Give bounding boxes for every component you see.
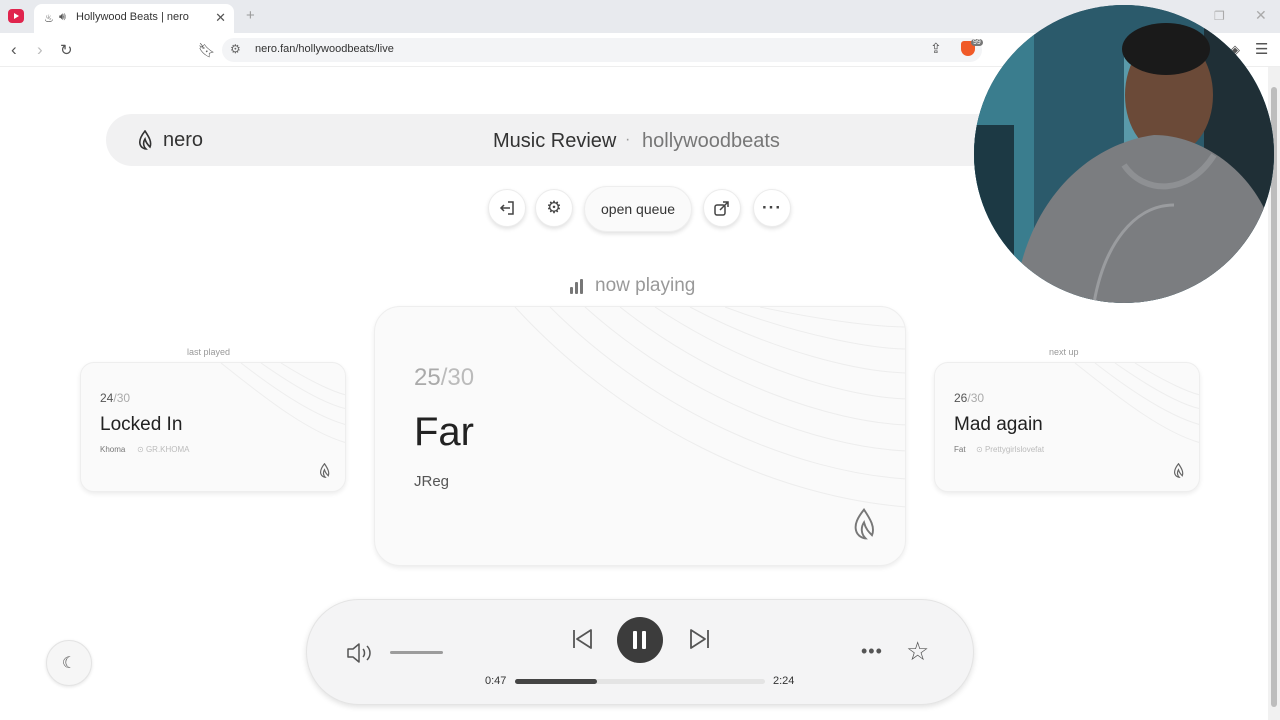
scroll-thumb[interactable] [1271, 87, 1277, 707]
next-up-number: 26/30 [954, 391, 985, 405]
previous-track-button[interactable] [570, 626, 594, 652]
nero-flame-icon [319, 463, 330, 478]
forward-icon[interactable]: › [37, 40, 43, 60]
next-up-artist: Fat [954, 445, 966, 454]
last-played-handle[interactable]: ⊙ GR.KHOMA [137, 445, 190, 454]
now-playing-artist: JReg [414, 473, 450, 490]
next-up-title: Mad again [954, 414, 1043, 435]
share-icon[interactable]: ⇪ [930, 40, 942, 57]
youtube-icon[interactable] [8, 9, 24, 23]
moon-icon: ☾ [61, 655, 77, 672]
page-title: Music Review [493, 130, 617, 152]
browser-menu-icon[interactable]: ☰ [1255, 40, 1268, 58]
site-settings-icon[interactable]: ⚙ [230, 42, 241, 56]
url-text: nero.fan/hollywoodbeats/live [255, 43, 394, 55]
player-more-button[interactable]: ••• [861, 641, 883, 662]
now-playing-title: Far [414, 410, 474, 454]
nero-flame-icon [854, 508, 874, 540]
new-tab-button[interactable]: + [246, 7, 255, 24]
ellipsis-icon: ··· [762, 198, 782, 217]
nero-flame-icon [138, 130, 152, 150]
nero-flame-icon [1173, 463, 1184, 478]
webcam-overlay [974, 5, 1274, 303]
reload-icon[interactable]: ↻ [60, 41, 73, 59]
window-close-icon[interactable]: ✕ [1255, 7, 1267, 24]
last-played-artist: Khoma [100, 445, 126, 454]
share-button[interactable] [703, 189, 741, 227]
last-played-number: 24/30 [100, 391, 131, 405]
volume-slider[interactable] [390, 651, 443, 654]
bookmark-icon[interactable]: 🔖︎ [198, 42, 216, 59]
share-box-icon [714, 201, 729, 216]
brave-badge: 99 [971, 39, 983, 46]
url-field[interactable]: ⚙ nero.fan/hollywoodbeats/live [222, 38, 982, 62]
title-separator: · [625, 131, 631, 148]
equalizer-icon [570, 278, 588, 294]
back-icon[interactable]: ‹ [11, 40, 17, 60]
exit-icon [499, 201, 514, 215]
theme-toggle-button[interactable]: ☾ [46, 640, 92, 686]
last-played-label: last played [187, 347, 231, 357]
next-track-button[interactable] [688, 626, 712, 652]
next-up-handle[interactable]: ⊙ Prettygirlslovefat [976, 445, 1044, 454]
open-queue-button[interactable]: open queue [584, 186, 692, 232]
progress-fill [515, 679, 597, 684]
favorite-star-button[interactable]: ☆ [906, 636, 929, 667]
tab-title: Hollywood Beats | nero [76, 11, 189, 23]
now-playing-number: 25/30 [414, 364, 475, 391]
last-played-title: Locked In [100, 414, 183, 435]
settings-button[interactable]: ⚙ [535, 189, 573, 227]
progress-bar[interactable] [515, 679, 765, 684]
nero-favicon-icon: ♨ [44, 13, 54, 25]
logo-text[interactable]: nero [163, 129, 203, 152]
window-maximize-icon[interactable]: ❐ [1214, 9, 1225, 23]
channel-name: hollywoodbeats [642, 130, 780, 152]
volume-icon[interactable] [346, 641, 374, 665]
total-time: 2:24 [773, 675, 795, 687]
now-playing-label: now playing [595, 275, 696, 296]
gear-icon: ⚙ [546, 198, 562, 217]
browser-tab[interactable]: ♨ 🔊︎ Hollywood Beats | nero ✕ [34, 4, 234, 33]
leave-button[interactable] [488, 189, 526, 227]
speaker-icon[interactable]: 🔊︎ [59, 11, 66, 24]
current-time: 0:47 [485, 675, 507, 687]
pause-button[interactable] [617, 617, 663, 663]
next-up-label: next up [1049, 347, 1079, 357]
tab-close-icon[interactable]: ✕ [215, 10, 226, 26]
more-options-button[interactable]: ··· [753, 189, 791, 227]
